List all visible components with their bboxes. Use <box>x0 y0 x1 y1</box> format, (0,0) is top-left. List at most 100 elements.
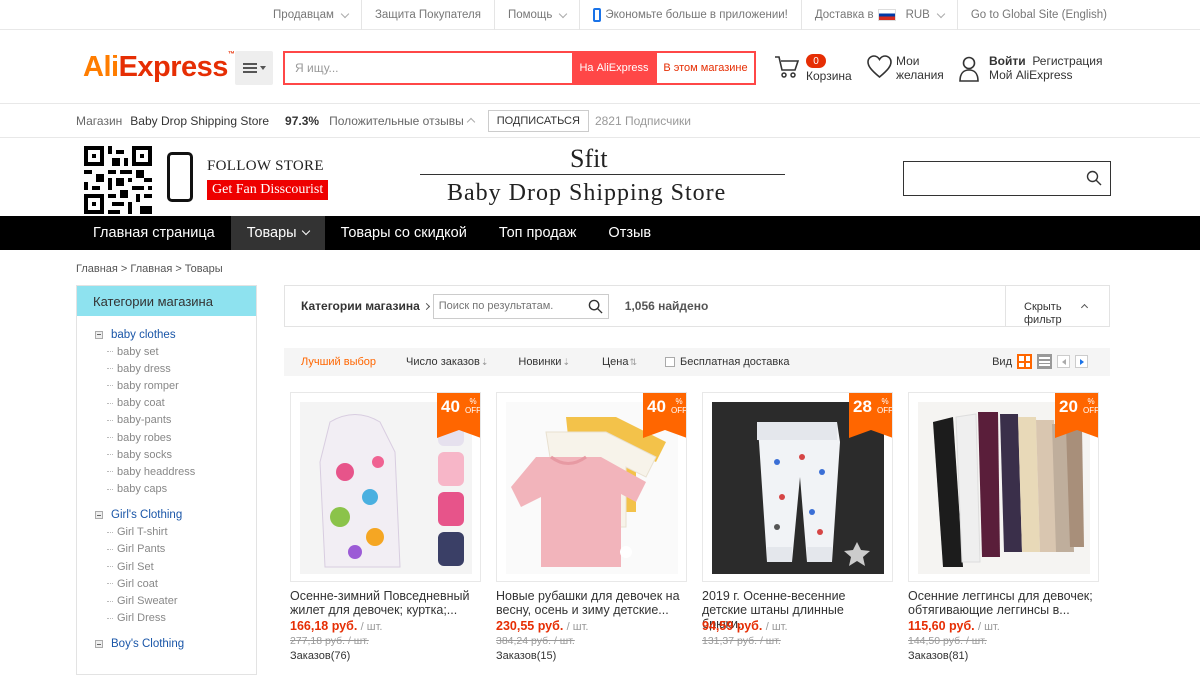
fan-discount-button[interactable]: Get Fan Disscourist <box>207 180 329 200</box>
product-image-link[interactable]: 40% OFF <box>290 392 481 582</box>
phone-icon <box>593 8 602 22</box>
aliexpress-logo[interactable]: AliExpress™ <box>83 51 235 84</box>
help-label: Помощь <box>507 9 553 21</box>
cart-link[interactable] <box>773 54 801 80</box>
category-item[interactable]: baby set <box>77 343 256 360</box>
category-item[interactable]: Girl coat <box>77 575 256 592</box>
categories-menu-button[interactable] <box>235 51 273 85</box>
russia-flag-icon <box>877 9 896 21</box>
search-input[interactable] <box>285 53 572 83</box>
wishlist-label[interactable]: Мои желания <box>896 54 944 82</box>
chevron-down-icon <box>301 226 310 236</box>
hide-filter-label-line1: Скрыть <box>1024 301 1062 313</box>
search-icon[interactable] <box>1086 170 1102 186</box>
product-image-link[interactable]: 40% OFF <box>496 392 687 582</box>
subscribe-button[interactable]: ПОДПИСАТЬСЯ <box>487 109 589 132</box>
sort-best-match[interactable]: Лучший выбор <box>301 356 376 368</box>
prev-page-icon[interactable] <box>1057 355 1070 368</box>
category-girls-clothing[interactable]: Girl's Clothing <box>77 507 256 524</box>
discount-badge: 40% OFF <box>643 393 686 438</box>
price-unit: / шт. <box>765 621 788 633</box>
category-baby-clothes[interactable]: baby clothes <box>77 326 256 343</box>
app-promo-link[interactable]: Экономьте больше в приложении! <box>580 0 802 30</box>
filter-categories-link[interactable]: Категории магазина <box>301 299 430 313</box>
product-card[interactable]: 40% OFF Новые рубашки для девочек на весн… <box>496 392 687 692</box>
product-card[interactable]: 40% OFF Осенне-зимний Повседневный жилет … <box>290 392 481 692</box>
feedback-link[interactable]: Положительные отзывы <box>329 114 475 128</box>
search-icon[interactable] <box>588 299 603 314</box>
off-label: OFF <box>877 406 893 415</box>
free-shipping-checkbox[interactable]: Бесплатная доставка <box>665 356 789 368</box>
delivery-label: Доставка в <box>814 9 874 21</box>
buyer-protection-link[interactable]: Защита Покупателя <box>362 0 495 30</box>
collapse-icon[interactable] <box>95 511 103 520</box>
list-view-icon[interactable] <box>1037 354 1052 369</box>
user-icon <box>959 56 979 82</box>
cart-label[interactable]: Корзина <box>806 69 852 83</box>
results-search-input[interactable] <box>433 294 579 318</box>
category-item[interactable]: baby romper <box>77 377 256 394</box>
help-link[interactable]: Помощь <box>495 0 581 30</box>
category-item[interactable]: baby caps <box>77 481 256 498</box>
category-boys-clothing[interactable]: Boy's Clothing <box>77 636 256 653</box>
breadcrumb[interactable]: Главная > Главная > Товары <box>76 263 223 275</box>
checkbox-icon[interactable] <box>665 357 676 367</box>
delivery-currency-selector[interactable]: Доставка в RUB <box>802 0 958 30</box>
collapse-icon[interactable] <box>95 640 103 649</box>
top-utility-bar: Продавцам Защита Покупателя Помощь Эконо… <box>0 0 1200 30</box>
qr-code-image <box>84 146 152 214</box>
grid-view-icon[interactable] <box>1017 354 1032 369</box>
nav-reviews[interactable]: Отзыв <box>592 216 667 250</box>
category-item[interactable]: baby headdress <box>77 463 256 480</box>
sort-newest-label: Новинки <box>518 356 562 368</box>
next-page-icon[interactable] <box>1075 355 1088 368</box>
nav-top-sales[interactable]: Топ продаж <box>483 216 593 250</box>
global-site-link[interactable]: Go to Global Site (English) <box>958 0 1120 30</box>
my-aliexpress-link[interactable]: Мой AliExpress <box>989 68 1102 82</box>
sellers-link[interactable]: Продавцам <box>260 0 362 30</box>
product-card[interactable]: 28% OFF 2019 г. Осенне-весенние детские ш… <box>702 392 893 692</box>
category-item[interactable]: Girl T-shirt <box>77 524 256 541</box>
nav-products[interactable]: Товары <box>230 216 325 250</box>
category-item[interactable]: baby robes <box>77 429 256 446</box>
product-card[interactable]: 20% OFF Осенние леггинсы для девочек; обт… <box>908 392 1099 692</box>
nav-discounts[interactable]: Товары со скидкой <box>325 216 483 250</box>
hide-filter-button[interactable]: Скрыть фильтр <box>1005 286 1109 326</box>
category-item[interactable]: Girl Pants <box>77 541 256 558</box>
category-item[interactable]: baby coat <box>77 395 256 412</box>
store-nav: Главная страница Товары Товары со скидко… <box>0 216 1200 250</box>
category-item[interactable]: baby dress <box>77 360 256 377</box>
product-title[interactable]: Осенне-зимний Повседневный жилет для дев… <box>290 589 481 617</box>
product-orders: Заказов(81) <box>908 650 969 662</box>
nav-home[interactable]: Главная страница <box>77 216 231 250</box>
category-item[interactable]: baby-pants <box>77 412 256 429</box>
view-controls: Вид <box>992 354 1088 369</box>
account-link[interactable] <box>958 55 980 87</box>
product-image-link[interactable]: 28% OFF <box>702 392 893 582</box>
chevron-right-icon <box>422 302 430 310</box>
banner-search-input[interactable] <box>903 161 1111 196</box>
category-item[interactable]: baby socks <box>77 446 256 463</box>
store-banner: FOLLOW STORE Get Fan Disscourist Sfit Ba… <box>0 138 1200 216</box>
category-item[interactable]: Girl Sweater <box>77 592 256 609</box>
product-title[interactable]: Осенние леггинсы для девочек; обтягивающ… <box>908 589 1099 617</box>
store-name-link[interactable]: Baby Drop Shipping Store <box>130 114 269 128</box>
sort-price[interactable]: Цена ⇅ <box>602 356 637 368</box>
search-aliexpress-button[interactable]: На AliExpress <box>572 53 656 83</box>
category-item[interactable]: Girl Dress <box>77 610 256 627</box>
register-link[interactable]: Регистрация <box>1032 54 1102 68</box>
search-in-store-button[interactable]: В этом магазине <box>656 53 754 83</box>
product-image-link[interactable]: 20% OFF <box>908 392 1099 582</box>
phone-image <box>167 152 193 202</box>
product-old-price: 131,37 руб. / шт. <box>702 635 781 647</box>
wishlist-link[interactable] <box>866 54 893 85</box>
store-label: Магазин <box>76 113 123 128</box>
sort-orders[interactable]: Число заказов ⇣ <box>406 356 488 368</box>
category-item[interactable]: Girl Set <box>77 558 256 575</box>
product-orders: Заказов(76) <box>290 650 351 662</box>
product-title[interactable]: Новые рубашки для девочек на весну, осен… <box>496 589 687 617</box>
collapse-icon[interactable] <box>95 330 103 339</box>
sort-newest[interactable]: Новинки ⇣ <box>518 356 570 368</box>
off-label: OFF <box>1083 406 1099 415</box>
login-link[interactable]: Войти <box>989 54 1026 68</box>
